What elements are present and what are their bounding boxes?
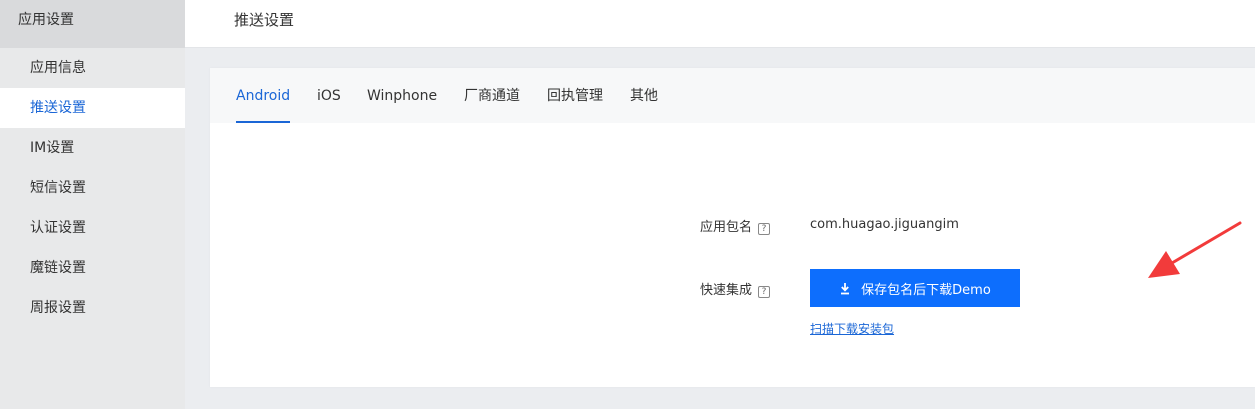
topbar: 推送设置 (185, 0, 1255, 48)
sidebar-item-push-settings[interactable]: 推送设置 (0, 88, 185, 128)
package-name-label-group: 应用包名? (700, 216, 771, 235)
sidebar-item-im-settings[interactable]: IM设置 (0, 128, 185, 168)
red-arrow-icon (1148, 221, 1242, 278)
tab-other[interactable]: 其他 (630, 68, 658, 123)
sidebar: 应用设置 应用信息 推送设置 IM设置 短信设置 认证设置 魔链设置 周报设置 (0, 0, 185, 409)
sidebar-item-label: IM设置 (30, 140, 75, 156)
tab-vendor-channel[interactable]: 厂商通道 (464, 68, 520, 123)
platform-tabs: Android iOS Winphone 厂商通道 回执管理 其他 (210, 68, 1255, 123)
sidebar-item-auth-settings[interactable]: 认证设置 (0, 208, 185, 248)
question-square-icon[interactable]: ? (758, 223, 771, 235)
quick-integration-label-group: 快速集成? (700, 279, 771, 298)
sidebar-item-label: 认证设置 (30, 220, 86, 236)
download-demo-button[interactable]: 保存包名后下载Demo (810, 269, 1020, 307)
package-name-label: 应用包名 (700, 220, 753, 235)
sidebar-title: 应用设置 (0, 0, 185, 48)
sidebar-item-app-info[interactable]: 应用信息 (0, 48, 185, 88)
sidebar-item-sms-settings[interactable]: 短信设置 (0, 168, 185, 208)
sidebar-item-magic-link-settings[interactable]: 魔链设置 (0, 248, 185, 288)
settings-card: Android iOS Winphone 厂商通道 回执管理 其他 应用包名? … (210, 68, 1255, 387)
download-icon (839, 282, 851, 295)
download-demo-button-label: 保存包名后下载Demo (861, 282, 991, 298)
quick-integration-label: 快速集成 (700, 283, 753, 298)
question-square-icon[interactable]: ? (758, 286, 771, 298)
sidebar-item-label: 短信设置 (30, 180, 86, 196)
package-name-value: com.huagao.jiguangim (810, 217, 959, 232)
sidebar-item-label: 推送设置 (30, 100, 86, 116)
page-title: 推送设置 (234, 11, 295, 29)
sidebar-item-label: 应用信息 (30, 60, 86, 76)
tab-android[interactable]: Android (236, 68, 291, 123)
tab-ios[interactable]: iOS (317, 68, 341, 123)
sidebar-item-label: 魔链设置 (30, 260, 86, 276)
sidebar-item-label: 周报设置 (30, 300, 86, 316)
tab-receipt-management[interactable]: 回执管理 (547, 68, 603, 123)
tab-winphone[interactable]: Winphone (367, 68, 437, 123)
sidebar-item-weekly-report-settings[interactable]: 周报设置 (0, 288, 185, 328)
scan-download-link[interactable]: 扫描下载安装包 (810, 320, 894, 337)
